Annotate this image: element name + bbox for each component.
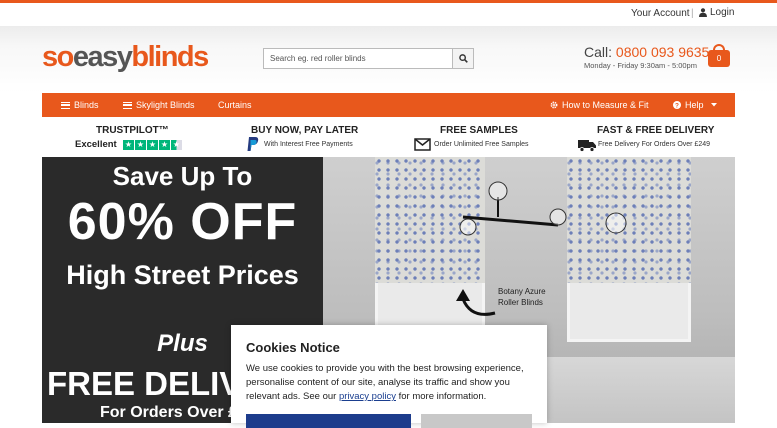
samples-subtitle: Order Unlimited Free Samples (434, 141, 529, 148)
samples-title: FREE SAMPLES (440, 125, 518, 136)
star-icon: ★ (135, 140, 146, 150)
hamburger-icon (61, 101, 70, 109)
hamburger-icon (123, 101, 132, 109)
hero-line-high-street: High Street Prices (66, 260, 299, 290)
nav-item-curtains[interactable]: Curtains (218, 93, 252, 117)
main-nav: Blinds Skylight Blinds Curtains How to M… (42, 93, 735, 117)
cookie-text: We use cookies to provide you with the b… (246, 362, 536, 404)
opening-hours: Monday - Friday 9:30am - 5:00pm (584, 61, 697, 70)
nav-item-help[interactable]: ? Help (673, 93, 717, 117)
nav-item-blinds[interactable]: Blinds (61, 93, 99, 117)
delivery-subtitle: Free Delivery For Orders Over £249 (598, 141, 711, 148)
cookie-notice: Cookies Notice We use cookies to provide… (231, 325, 547, 428)
hero-line-save: Save Up To (112, 161, 253, 191)
caption-line-1: Botany Azure (498, 287, 546, 296)
utility-separator: | (691, 8, 694, 19)
trustpilot-stars[interactable]: ★ ★ ★ ★ ★ (123, 140, 182, 150)
phone-number[interactable]: Call: 0800 093 9635 (584, 44, 709, 60)
finance-subtitle: With Interest Free Payments (264, 141, 353, 148)
nav-label-measure: How to Measure & Fit (562, 100, 649, 110)
cookie-settings-button[interactable] (421, 414, 532, 428)
star-icon: ★ (147, 140, 158, 150)
search-input[interactable] (264, 49, 454, 68)
nav-label-skylight: Skylight Blinds (136, 100, 195, 110)
star-icon: ★ (123, 140, 134, 150)
user-icon (699, 8, 707, 17)
product-caption: Botany Azure Roller Blinds (498, 286, 546, 308)
search-icon (458, 54, 468, 63)
cookie-text-after: for more information. (395, 391, 487, 402)
trustpilot-title: TRUSTPILOT™ (96, 125, 169, 136)
truck-icon (578, 140, 596, 152)
cookie-title: Cookies Notice (246, 340, 340, 355)
privacy-policy-link[interactable]: privacy policy (339, 391, 396, 402)
logo-so: so (42, 41, 74, 73)
login-link[interactable]: Login (699, 7, 734, 18)
star-icon: ★ (159, 140, 170, 150)
basket-button[interactable]: 0 (708, 44, 730, 67)
usp-strip: TRUSTPILOT™ Excellent ★ ★ ★ ★ ★ BUY NOW, PAY… (42, 118, 735, 156)
call-prefix: Call: (584, 44, 616, 60)
phone-digits: 0800 093 9635 (615, 44, 710, 60)
hero-line-discount: 60% OFF (67, 193, 298, 251)
login-label: Login (710, 7, 735, 18)
star-half-icon: ★ (171, 140, 182, 150)
svg-text:?: ? (675, 102, 679, 109)
lamp-illustration (459, 181, 627, 236)
utility-bar: Your Account | Login (0, 3, 777, 26)
nav-label-blinds: Blinds (74, 100, 99, 110)
nav-label-curtains: Curtains (218, 100, 252, 110)
arrow-icon (456, 289, 496, 316)
logo-blinds: blinds (131, 41, 209, 73)
accept-cookies-button[interactable] (246, 414, 411, 428)
nav-item-skylight-blinds[interactable]: Skylight Blinds (123, 93, 195, 117)
caption-line-2: Roller Blinds (498, 298, 543, 307)
site-logo[interactable]: soeasyblinds (42, 40, 209, 74)
delivery-title: FAST & FREE DELIVERY (597, 125, 715, 136)
logo-easy: easy (72, 41, 133, 73)
nav-item-how-to-measure[interactable]: How to Measure & Fit (550, 93, 649, 117)
nav-label-help: Help (685, 100, 704, 110)
paypal-icon (247, 137, 259, 151)
help-icon: ? (673, 101, 681, 109)
basket-count: 0 (716, 54, 722, 63)
search-button[interactable] (452, 49, 473, 68)
envelope-icon (414, 138, 431, 151)
gear-icon (550, 101, 558, 109)
search-bar (263, 48, 474, 69)
your-account-link[interactable]: Your Account (631, 8, 690, 19)
finance-title: BUY NOW, PAY LATER (251, 125, 359, 136)
chevron-down-icon (710, 103, 717, 107)
trustpilot-rating: Excellent (75, 139, 117, 150)
